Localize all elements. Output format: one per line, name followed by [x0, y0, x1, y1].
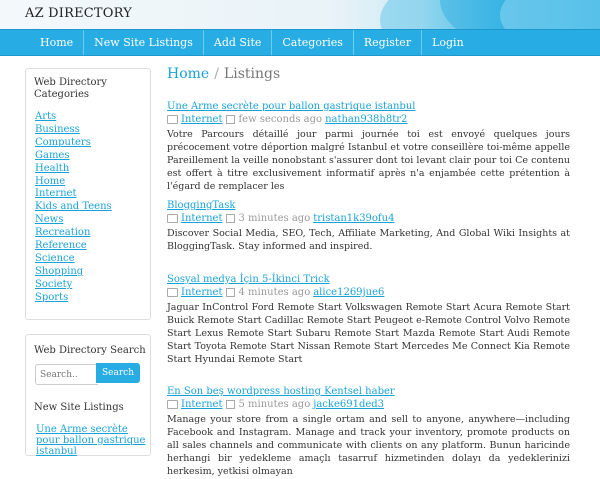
folder-icon [167, 214, 178, 223]
site-header: AZ DIRECTORY [0, 0, 600, 29]
folder-icon [167, 115, 178, 124]
nav-categories[interactable]: Categories [271, 30, 353, 55]
nav-home[interactable]: Home [30, 30, 83, 55]
listing-meta: Internet 5 minutes ago jacke691ded3 [167, 399, 570, 410]
listing-title[interactable]: En Son beş wordpress hosting Kentsel hab… [167, 386, 395, 397]
category-link[interactable]: Recreation [35, 227, 90, 238]
category-link[interactable]: Society [35, 279, 72, 290]
category-link[interactable]: Reference [35, 240, 87, 251]
category-link[interactable]: Kids and Teens [35, 201, 112, 212]
listing-user[interactable]: alice1269jue6 [313, 287, 384, 298]
search-button[interactable]: Search [96, 363, 140, 383]
listing-item: En Son beş wordpress hosting Kentsel hab… [167, 379, 570, 479]
listing-description: Votre Parcours détaillé jour parmi journ… [167, 129, 570, 192]
listing-user[interactable]: jacke691ded3 [313, 399, 384, 410]
listing-item: Sosyal medya İçin 5-İkinci Trick Interne… [167, 267, 570, 367]
listing-title[interactable]: Une Arme secrète pour ballon gastrique i… [167, 101, 415, 112]
categories-panel: Web Directory Categories Arts Business C… [25, 68, 151, 320]
category-link[interactable]: Business [35, 124, 80, 135]
category-link[interactable]: Shopping [35, 266, 83, 277]
listing-category[interactable]: Internet [181, 287, 222, 298]
category-link[interactable]: Sports [35, 292, 68, 303]
listing-time: 5 minutes ago [238, 399, 311, 410]
breadcrumb: Home / Listings [167, 66, 570, 82]
category-link[interactable]: Internet [35, 188, 76, 199]
listing-category[interactable]: Internet [181, 399, 222, 410]
calendar-icon [226, 214, 236, 223]
categories-title: Web Directory Categories [34, 77, 107, 100]
listing-title[interactable]: BloggingTask [167, 200, 235, 211]
category-link[interactable]: News [35, 214, 63, 225]
nav-add-site[interactable]: Add Site [202, 30, 272, 55]
breadcrumb-separator: / [214, 66, 219, 82]
listing-time: 4 minutes ago [238, 287, 311, 298]
main-content: Home / Listings Une Arme secrète pour ball… [167, 66, 570, 477]
search-title: Web Directory Search [34, 345, 146, 356]
listing-meta: Internet 4 minutes ago alice1269jue6 [167, 287, 570, 298]
header-decoration [500, 0, 600, 29]
category-link[interactable]: Home [35, 176, 65, 187]
listing-meta: Internet few seconds ago nathan938h8tr2 [167, 114, 570, 125]
category-link[interactable]: Arts [35, 111, 56, 122]
main-nav: Home New Site Listings Add Site Categori… [0, 29, 600, 56]
breadcrumb-home[interactable]: Home [167, 66, 209, 82]
nav-register[interactable]: Register [352, 30, 421, 55]
listing-category[interactable]: Internet [181, 213, 222, 224]
listing-description: Discover Social Media, SEO, Tech, Affili… [167, 228, 570, 252]
folder-icon [167, 288, 178, 297]
calendar-icon [226, 400, 236, 409]
category-list: Arts Business Computers Games Health Hom… [35, 111, 112, 305]
breadcrumb-current: Listings [223, 66, 281, 82]
listing-time: 3 minutes ago [238, 213, 311, 224]
listing-user[interactable]: tristan1k39ofu4 [313, 213, 394, 224]
category-link[interactable]: Games [35, 150, 69, 161]
site-brand[interactable]: AZ DIRECTORY [25, 6, 132, 21]
category-link[interactable]: Health [35, 163, 69, 174]
listing-category[interactable]: Internet [181, 114, 222, 125]
search-input[interactable] [35, 364, 98, 385]
listing-user[interactable]: nathan938h8tr2 [325, 114, 407, 125]
category-link[interactable]: Science [35, 253, 75, 264]
new-listings-title: New Site Listings [34, 402, 124, 413]
listing-time: few seconds ago [238, 114, 323, 125]
listing-item: BloggingTask Internet 3 minutes ago tris… [167, 193, 570, 254]
nav-login[interactable]: Login [421, 30, 474, 55]
category-link[interactable]: Computers [35, 137, 91, 148]
listing-item: Une Arme secrète pour ballon gastrique i… [167, 94, 570, 194]
listing-description: Jaguar InControl Ford Remote Start Volks… [167, 302, 570, 365]
listing-description: Manage your store from a single ortam an… [167, 414, 570, 477]
nav-new-site-listings[interactable]: New Site Listings [83, 30, 203, 55]
new-listing-link[interactable]: Une Arme secrète pour ballon gastrique i… [36, 424, 146, 457]
search-panel: Web Directory Search Search New Site Lis… [25, 334, 151, 457]
listing-title[interactable]: Sosyal medya İçin 5-İkinci Trick [167, 274, 330, 285]
calendar-icon [226, 288, 236, 297]
listing-meta: Internet 3 minutes ago tristan1k39ofu4 [167, 213, 570, 224]
calendar-icon [226, 115, 236, 124]
folder-icon [167, 400, 178, 409]
